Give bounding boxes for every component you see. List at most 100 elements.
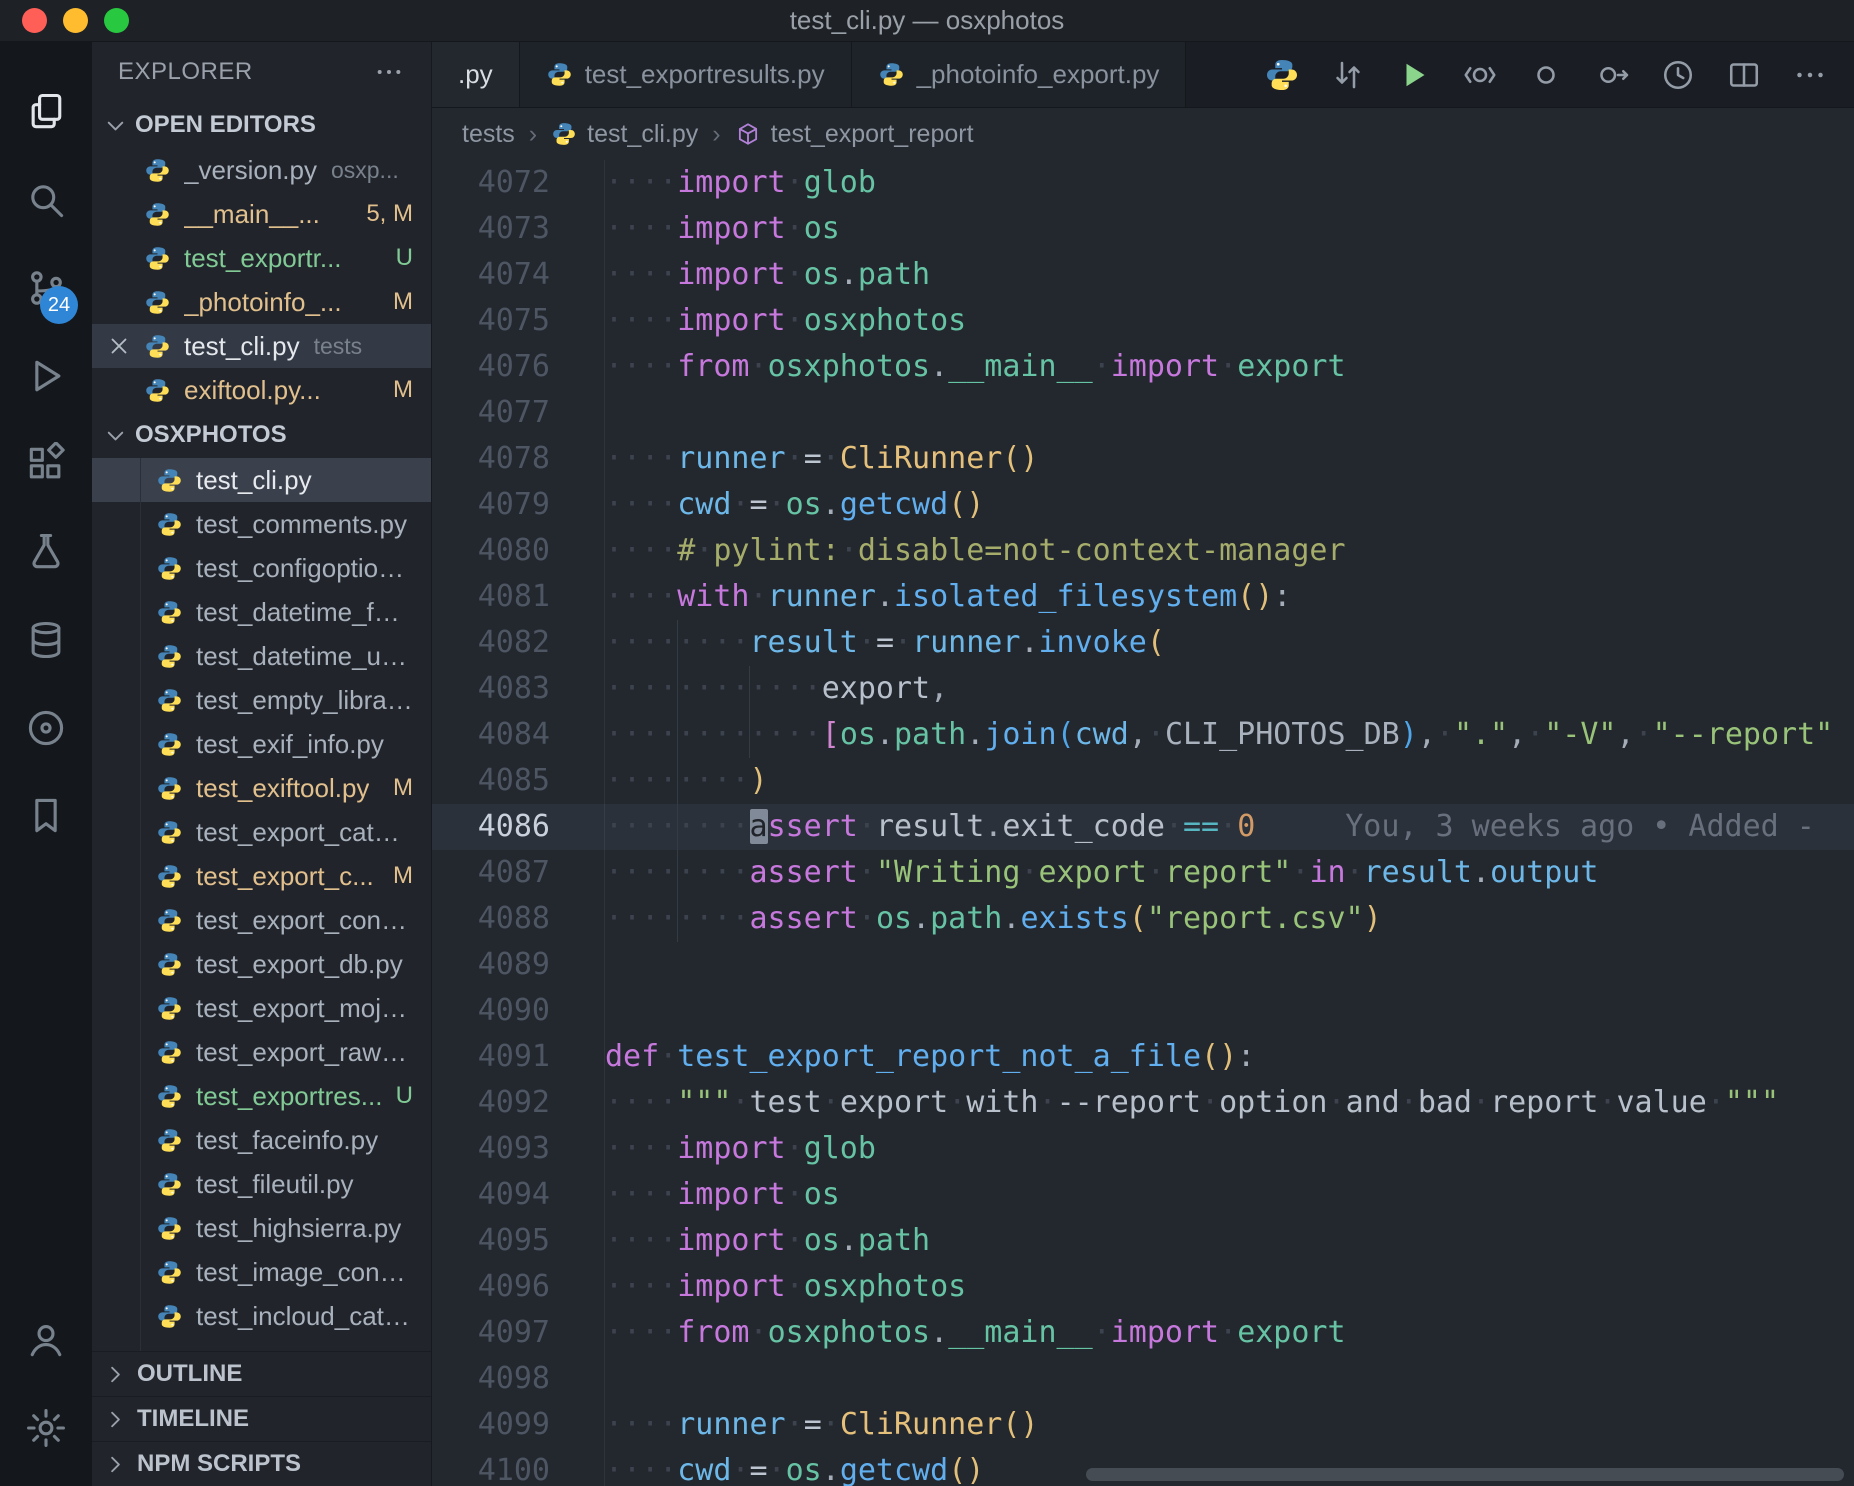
activity-bar-bookmarks[interactable] (0, 772, 92, 860)
code-line[interactable]: 4095····import·os.path (432, 1218, 1854, 1264)
tree-item[interactable]: test_comments.py (92, 502, 431, 546)
code-line[interactable]: 4097····from·osxphotos.__main__·import·e… (432, 1310, 1854, 1356)
code-line[interactable]: 4090 (432, 988, 1854, 1034)
activity-bar-accounts[interactable] (0, 1296, 92, 1384)
python-file-icon (156, 907, 183, 934)
more-actions-icon[interactable] (373, 56, 405, 88)
breadcrumb-item[interactable]: test_cli.py (551, 120, 698, 149)
code-editor[interactable]: 4072····import·glob4073····import·os4074… (432, 160, 1854, 1486)
horizontal-scrollbar[interactable] (1086, 1468, 1844, 1481)
tree-item[interactable]: test_fileutil.py (92, 1162, 431, 1206)
activity-bar-database[interactable] (0, 596, 92, 684)
whitespace-dots: · (894, 625, 912, 660)
history-icon[interactable] (1660, 57, 1696, 93)
activity-bar-audio[interactable] (0, 684, 92, 772)
code-line[interactable]: 4081····with·runner.isolated_filesystem(… (432, 574, 1854, 620)
run-python-file-icon[interactable] (1396, 57, 1432, 93)
open-editor-item[interactable]: test_exportr...U (92, 236, 431, 280)
code-line[interactable]: 4092····"""·test·export·with·--report·op… (432, 1080, 1854, 1126)
tab[interactable]: test_exportresults.py (520, 42, 852, 107)
code-line[interactable]: 4096····import·osxphotos (432, 1264, 1854, 1310)
code-line[interactable]: 4076····from·osxphotos.__main__·import·e… (432, 344, 1854, 390)
split-editor-icon[interactable] (1726, 57, 1762, 93)
python-interpreter-icon[interactable] (1264, 57, 1300, 93)
tree-item[interactable]: test_empty_library_... (92, 678, 431, 722)
code-line[interactable]: 4073····import·os (432, 206, 1854, 252)
more-actions-icon[interactable] (1792, 57, 1828, 93)
code-line[interactable]: 4098 (432, 1356, 1854, 1402)
maximize-window-button[interactable] (104, 8, 129, 33)
code-line[interactable]: 4086········assert·result.exit_code·==·0… (432, 804, 1854, 850)
close-window-button[interactable] (22, 8, 47, 33)
section-npm-scripts[interactable]: NPM SCRIPTS (92, 1441, 431, 1486)
tree-item[interactable]: test_export_db.py (92, 942, 431, 986)
code-line[interactable]: 4078····runner·=·CliRunner() (432, 436, 1854, 482)
tab[interactable]: .py (432, 42, 520, 107)
python-file-icon (156, 1039, 183, 1066)
activity-bar-source-control[interactable]: 24 (0, 244, 92, 332)
code-line[interactable]: 4091def·test_export_report_not_a_file(): (432, 1034, 1854, 1080)
tree-item[interactable]: test_export_mojave... (92, 986, 431, 1030)
breadcrumb-item[interactable]: tests (462, 120, 515, 149)
tree-item[interactable]: test_export_conver... (92, 898, 431, 942)
code-line[interactable]: 4085········) (432, 758, 1854, 804)
section-outline[interactable]: OUTLINE (92, 1351, 431, 1396)
open-editors-header[interactable]: OPEN EDITORS (92, 102, 431, 148)
code-line[interactable]: 4093····import·glob (432, 1126, 1854, 1172)
minimize-window-button[interactable] (63, 8, 88, 33)
tab[interactable]: _photoinfo_export.py (852, 42, 1187, 107)
close-icon[interactable] (106, 333, 132, 359)
activity-bar-search[interactable] (0, 156, 92, 244)
tree-item[interactable]: test_export_catalin... (92, 810, 431, 854)
code-line[interactable]: 4087········assert·"Writing·export·repor… (432, 850, 1854, 896)
compare-changes-icon[interactable] (1330, 57, 1366, 93)
run-to-line-icon[interactable] (1594, 57, 1630, 93)
token: osxphotos (768, 1315, 931, 1350)
tree-item[interactable]: test_faceinfo.py (92, 1118, 431, 1162)
run-with-coverage-icon[interactable] (1462, 57, 1498, 93)
tree-item[interactable]: test_exiftool.pyM (92, 766, 431, 810)
line-number: 4082 (432, 620, 550, 666)
project-section-header[interactable]: OSXPHOTOS (92, 412, 431, 458)
code-line[interactable]: 4084············[os.path.join(cwd,·CLI_P… (432, 712, 1854, 758)
code-line[interactable]: 4094····import·os (432, 1172, 1854, 1218)
tree-item[interactable]: test_exportres...U (92, 1074, 431, 1118)
tree-item[interactable]: test_image_convert... (92, 1250, 431, 1294)
tree-item[interactable]: test_configoptions.... (92, 546, 431, 590)
activity-bar-testing[interactable] (0, 508, 92, 596)
activity-bar-extensions[interactable] (0, 420, 92, 508)
tree-item[interactable]: test_incloud_catali... (92, 1294, 431, 1338)
tree-item[interactable]: test_export_c...M (92, 854, 431, 898)
open-editor-item[interactable]: __main__...5, M (92, 192, 431, 236)
tree-item[interactable]: test_export_raw_ca... (92, 1030, 431, 1074)
code-line[interactable]: 4089 (432, 942, 1854, 988)
code-line[interactable]: 4075····import·osxphotos (432, 298, 1854, 344)
code-line[interactable]: 4083············export, (432, 666, 1854, 712)
open-editor-item[interactable]: test_cli.pytests (92, 324, 431, 368)
tree-item[interactable]: test_exif_info.py (92, 722, 431, 766)
activity-bar-settings[interactable] (0, 1384, 92, 1472)
code-line[interactable]: 4082········result·=·runner.invoke( (432, 620, 1854, 666)
code-line[interactable]: 4080····#·pylint:·disable=not-context-ma… (432, 528, 1854, 574)
code-line[interactable]: 4099····runner·=·CliRunner() (432, 1402, 1854, 1448)
open-editor-item[interactable]: _version.pyosxp... (92, 148, 431, 192)
open-editor-item[interactable]: _photoinfo_...M (92, 280, 431, 324)
breadcrumb-item[interactable]: test_export_report (735, 120, 974, 149)
open-editor-item[interactable]: exiftool.py...M (92, 368, 431, 412)
code-line[interactable]: 4079····cwd·=·os.getcwd() (432, 482, 1854, 528)
circle-outline-icon[interactable] (1528, 57, 1564, 93)
tree-item[interactable]: test_datetime_form... (92, 590, 431, 634)
tree-item[interactable]: test_datetime_utils.... (92, 634, 431, 678)
activity-bar-run-and-debug[interactable] (0, 332, 92, 420)
code-line[interactable]: 4077 (432, 390, 1854, 436)
code-line[interactable]: 4072····import·glob (432, 160, 1854, 206)
tree-item[interactable]: test_cli.py (92, 458, 431, 502)
whitespace-dots: · (1093, 349, 1111, 384)
tree-item[interactable]: test_highsierra.py (92, 1206, 431, 1250)
activity-bar-explorer[interactable] (0, 68, 92, 156)
code-line[interactable]: 4074····import·os.path (432, 252, 1854, 298)
section-timeline[interactable]: TIMELINE (92, 1396, 431, 1441)
token: . (1002, 901, 1020, 936)
code-line[interactable]: 4088········assert·os.path.exists("repor… (432, 896, 1854, 942)
tree-item-label: test_datetime_form... (196, 597, 413, 628)
